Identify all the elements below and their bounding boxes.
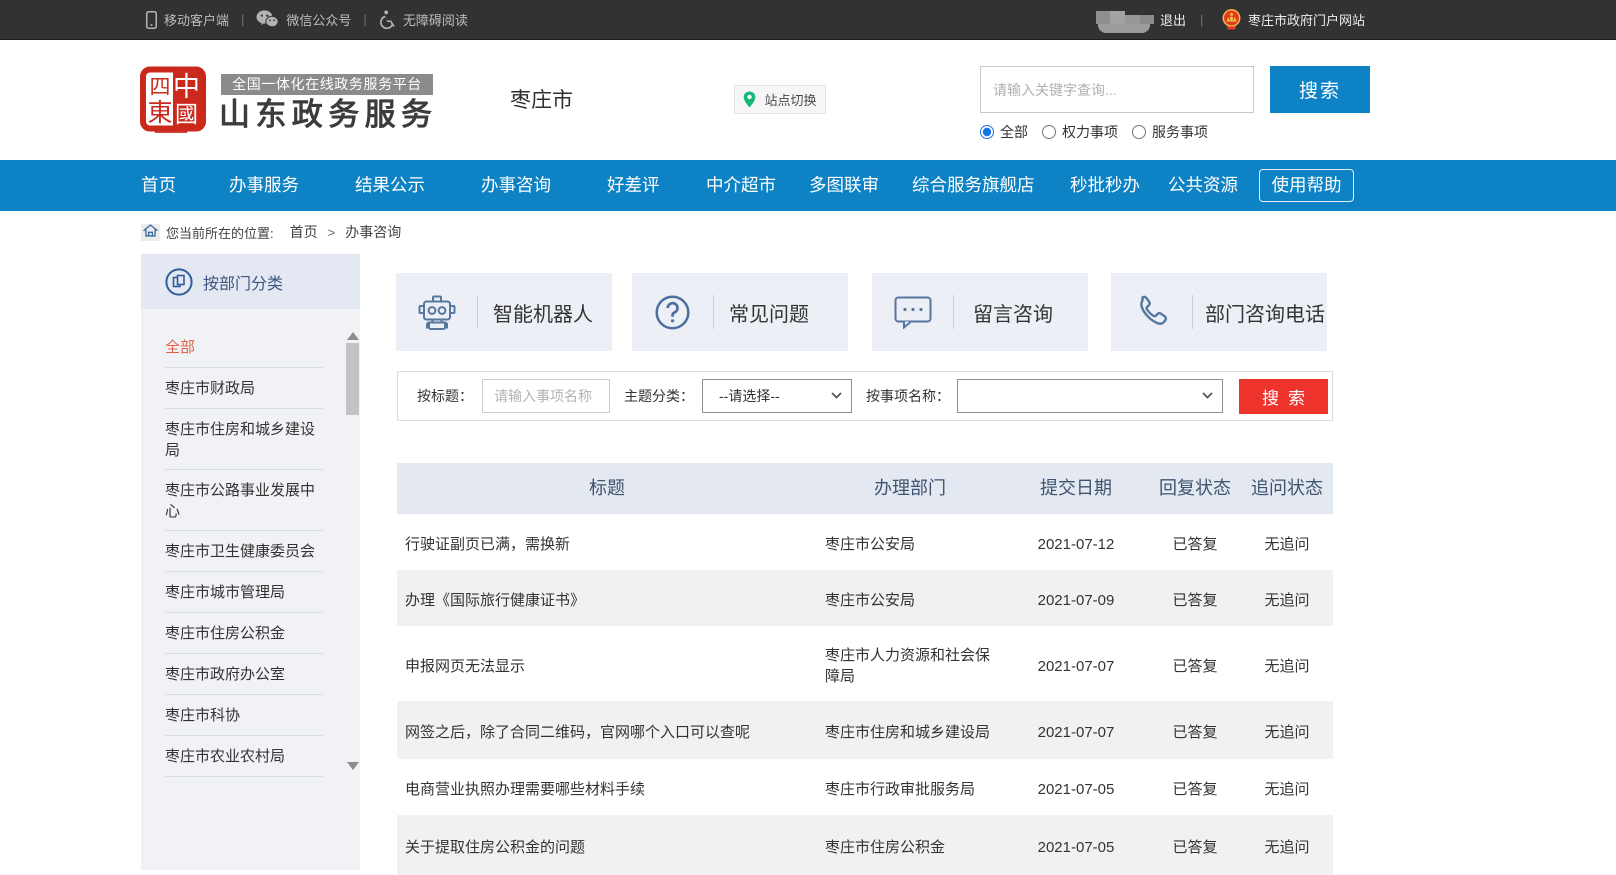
svg-text:四: 四 [150, 75, 171, 99]
svg-text:中: 中 [173, 72, 200, 102]
svg-text:東: 東 [147, 99, 172, 127]
svg-text:國: 國 [175, 102, 198, 127]
